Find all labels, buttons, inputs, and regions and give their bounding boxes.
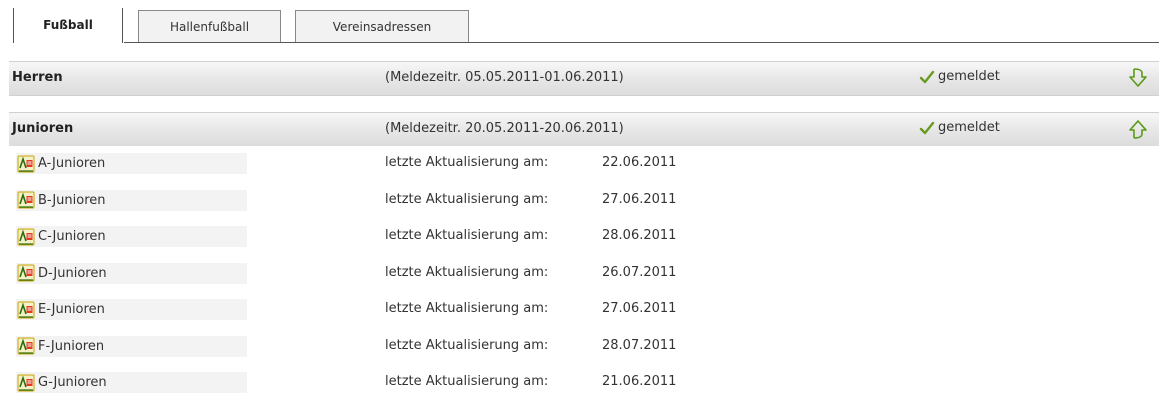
- update-date: 28.07.2011: [602, 337, 677, 353]
- team-icon: [17, 337, 35, 355]
- team-name: F-Junioren: [38, 338, 105, 354]
- update-label: letzte Aktualisierung am:: [385, 337, 549, 353]
- tab-vereinsadressen[interactable]: Vereinsadressen: [295, 10, 469, 43]
- update-label: letzte Aktualisierung am:: [385, 191, 549, 207]
- team-name: A-Junioren: [38, 156, 106, 171]
- update-label: letzte Aktualisierung am:: [385, 264, 549, 280]
- checkmark-icon: [919, 70, 935, 83]
- tab-bar: Fußball Hallenfußball Vereinsadressen: [13, 8, 469, 43]
- list-item: G-Junioren letzte Aktualisierung am: 21.…: [9, 368, 1159, 396]
- section-header: Junioren (Meldezeitr. 20.05.2011-20.06.2…: [9, 112, 1159, 146]
- update-date: 21.06.2011: [602, 374, 677, 389]
- section-header: Herren (Meldezeitr. 05.05.2011-01.06.201…: [9, 61, 1159, 95]
- update-label: letzte Aktualisierung am:: [385, 374, 549, 389]
- team-name: G-Junioren: [38, 375, 107, 390]
- junioren-list: A-Junioren letzte Aktualisierung am: 22.…: [9, 149, 1159, 396]
- update-label: letzte Aktualisierung am:: [385, 155, 549, 170]
- tab-label: Vereinsadressen: [332, 20, 432, 34]
- section-junioren: Junioren (Meldezeitr. 20.05.2011-20.06.2…: [9, 112, 1159, 146]
- tab-fussball[interactable]: Fußball: [13, 8, 123, 43]
- arrow-down-icon[interactable]: [1127, 67, 1149, 89]
- team-icon: [17, 228, 35, 245]
- section-title: Herren: [12, 70, 63, 85]
- section-herren: Herren (Meldezeitr. 05.05.2011-01.06.201…: [9, 61, 1159, 96]
- tab-label: Hallenfußball: [169, 20, 250, 34]
- team-name: C-Junioren: [38, 229, 106, 244]
- team-icon: [17, 301, 35, 318]
- update-label: letzte Aktualisierung am:: [385, 228, 549, 243]
- list-item: F-Junioren letzte Aktualisierung am: 28.…: [9, 332, 1159, 369]
- team-name: D-Junioren: [38, 265, 107, 281]
- tab-label: Fußball: [43, 17, 93, 32]
- team-link[interactable]: F-Junioren: [16, 335, 247, 357]
- page: Fußball Hallenfußball Vereinsadressen He…: [0, 0, 1166, 396]
- team-link[interactable]: C-Junioren: [16, 226, 247, 247]
- update-date: 27.06.2011: [602, 301, 677, 316]
- status-badge: gemeldet: [919, 69, 1000, 84]
- checkmark-icon: [919, 121, 935, 134]
- status-text: gemeldet: [938, 69, 1000, 84]
- team-link[interactable]: B-Junioren: [16, 189, 247, 211]
- list-item: D-Junioren letzte Aktualisierung am: 26.…: [9, 259, 1159, 296]
- team-link[interactable]: A-Junioren: [16, 153, 247, 174]
- team-icon: [17, 155, 35, 172]
- section-title: Junioren: [12, 121, 74, 136]
- update-date: 22.06.2011: [602, 155, 677, 170]
- registration-period: (Meldezeitr. 05.05.2011-01.06.2011): [385, 70, 624, 85]
- registration-period: (Meldezeitr. 20.05.2011-20.06.2011): [385, 121, 624, 136]
- update-label: letzte Aktualisierung am:: [385, 301, 549, 316]
- list-item: C-Junioren letzte Aktualisierung am: 28.…: [9, 222, 1159, 259]
- team-link[interactable]: E-Junioren: [16, 299, 247, 320]
- team-icon: [17, 264, 35, 282]
- arrow-up-icon[interactable]: [1127, 118, 1149, 140]
- list-item: B-Junioren letzte Aktualisierung am: 27.…: [9, 186, 1159, 223]
- list-item: E-Junioren letzte Aktualisierung am: 27.…: [9, 295, 1159, 332]
- update-date: 28.06.2011: [602, 228, 677, 243]
- team-icon: [17, 191, 35, 209]
- update-date: 26.07.2011: [602, 264, 677, 280]
- list-item: A-Junioren letzte Aktualisierung am: 22.…: [9, 149, 1159, 186]
- status-text: gemeldet: [938, 120, 1000, 135]
- team-link[interactable]: G-Junioren: [16, 372, 247, 393]
- team-name: B-Junioren: [38, 192, 106, 208]
- team-icon: [17, 374, 35, 391]
- team-name: E-Junioren: [38, 302, 105, 317]
- team-link[interactable]: D-Junioren: [16, 262, 247, 284]
- tab-underline: [124, 42, 1159, 43]
- status-badge: gemeldet: [919, 120, 1000, 135]
- tab-hallenfussball[interactable]: Hallenfußball: [138, 10, 281, 43]
- update-date: 27.06.2011: [602, 191, 677, 207]
